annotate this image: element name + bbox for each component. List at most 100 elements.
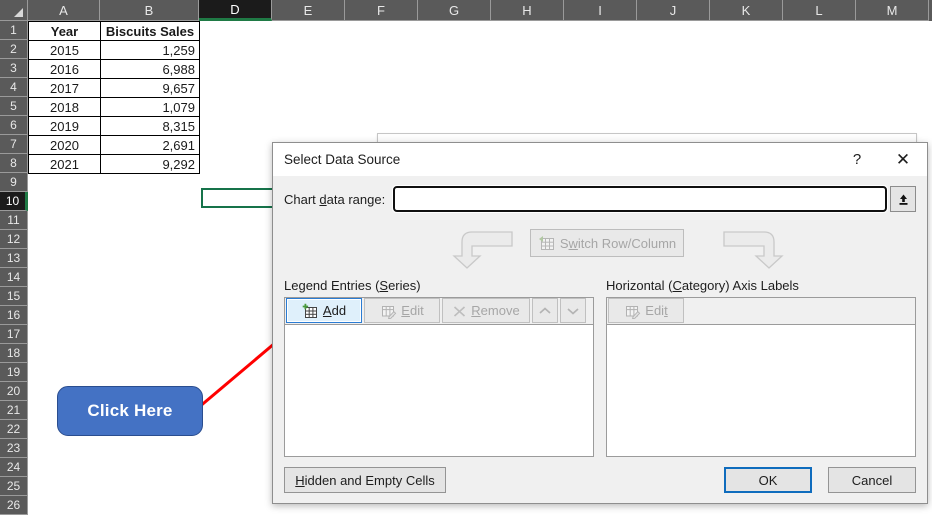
table-cell[interactable]: 8,315 bbox=[100, 116, 200, 136]
table-row: 2019 8,315 bbox=[28, 116, 200, 136]
row-header-20[interactable]: 20 bbox=[0, 382, 28, 401]
row-header-3[interactable]: 3 bbox=[0, 59, 28, 78]
click-here-callout: Click Here bbox=[57, 386, 203, 436]
dialog-footer: Hidden and Empty Cells OK Cancel bbox=[273, 457, 927, 503]
row-header-4[interactable]: 4 bbox=[0, 78, 28, 97]
select-all-triangle-icon bbox=[14, 8, 23, 17]
legend-entries-pane: Legend Entries (Series) Add Edit Remove bbox=[284, 278, 594, 457]
table-cell[interactable]: 2017 bbox=[28, 78, 101, 98]
column-header-a[interactable]: A bbox=[28, 0, 100, 21]
row-header-22[interactable]: 22 bbox=[0, 420, 28, 439]
row-header-24[interactable]: 24 bbox=[0, 458, 28, 477]
row-header-1[interactable]: 1 bbox=[0, 21, 28, 40]
row-header-2[interactable]: 2 bbox=[0, 40, 28, 59]
row-header-23[interactable]: 23 bbox=[0, 439, 28, 458]
row-header-6[interactable]: 6 bbox=[0, 116, 28, 135]
axis-labels-pane: Horizontal (Category) Axis Labels Edit bbox=[606, 278, 916, 457]
table-cell[interactable]: 2,691 bbox=[100, 135, 200, 155]
switch-row-column-button[interactable]: Switch Row/Column bbox=[530, 229, 684, 257]
column-header-b[interactable]: B bbox=[100, 0, 199, 21]
row-header-7[interactable]: 7 bbox=[0, 135, 28, 154]
column-header-k[interactable]: K bbox=[710, 0, 783, 21]
table-cell[interactable]: 2021 bbox=[28, 154, 101, 174]
column-header-l[interactable]: L bbox=[783, 0, 856, 21]
help-icon[interactable]: ? bbox=[835, 144, 879, 175]
data-table: Year Biscuits Sales 2015 1,259 2016 6,988 2017… bbox=[28, 21, 200, 174]
table-row: 2020 2,691 bbox=[28, 135, 200, 155]
column-header-f[interactable]: F bbox=[345, 0, 418, 21]
row-header-18[interactable]: 18 bbox=[0, 344, 28, 363]
close-icon[interactable]: ✕ bbox=[879, 144, 927, 175]
column-header-d[interactable]: D bbox=[199, 0, 272, 21]
column-header-h[interactable]: H bbox=[491, 0, 564, 21]
select-all-corner[interactable] bbox=[0, 0, 28, 21]
row-header-12[interactable]: 12 bbox=[0, 230, 28, 249]
swap-arrow-left-icon bbox=[452, 231, 513, 269]
row-header-11[interactable]: 11 bbox=[0, 211, 28, 230]
table-cell[interactable]: 9,292 bbox=[100, 154, 200, 174]
axis-labels-listbox[interactable] bbox=[606, 324, 916, 457]
chart-data-range-label: Chart data range: bbox=[284, 191, 386, 207]
switch-grid-icon bbox=[538, 236, 554, 250]
row-header-13[interactable]: 13 bbox=[0, 249, 28, 268]
column-header-m[interactable]: M bbox=[856, 0, 929, 21]
add-grid-icon bbox=[302, 303, 317, 318]
row-header-19[interactable]: 19 bbox=[0, 363, 28, 382]
column-header-g[interactable]: G bbox=[418, 0, 491, 21]
legend-entries-title: Legend Entries (Series) bbox=[284, 278, 421, 293]
edit-axis-labels-button[interactable]: Edit bbox=[608, 298, 684, 323]
hidden-and-empty-cells-button[interactable]: Hidden and Empty Cells bbox=[284, 467, 446, 493]
edit-series-label: Edit bbox=[401, 303, 424, 318]
table-cell[interactable]: 2015 bbox=[28, 40, 101, 60]
table-row: 2015 1,259 bbox=[28, 40, 200, 60]
row-header-column: 1 2 3 4 5 6 7 8 9 10 11 12 13 14 15 16 17 18 19 20 21 22 23 24 2… bbox=[0, 21, 28, 515]
row-header-16[interactable]: 16 bbox=[0, 306, 28, 325]
row-header-17[interactable]: 17 bbox=[0, 325, 28, 344]
row-header-10[interactable]: 10 bbox=[0, 192, 28, 211]
row-header-9[interactable]: 9 bbox=[0, 173, 28, 192]
row-header-25[interactable]: 25 bbox=[0, 477, 28, 496]
collapse-dialog-button[interactable] bbox=[890, 186, 916, 212]
add-series-button[interactable]: Add bbox=[286, 298, 362, 323]
row-header-21[interactable]: 21 bbox=[0, 401, 28, 420]
hidden-and-empty-cells-label: Hidden and Empty Cells bbox=[295, 472, 435, 488]
chart-data-range-input[interactable] bbox=[392, 185, 888, 213]
axis-labels-title: Horizontal (Category) Axis Labels bbox=[606, 278, 799, 293]
dialog-body: Chart data range: Switch Row/Column Lege… bbox=[273, 185, 927, 457]
row-header-14[interactable]: 14 bbox=[0, 268, 28, 287]
switch-row-column-label: Switch Row/Column bbox=[559, 235, 677, 251]
row-header-15[interactable]: 15 bbox=[0, 287, 28, 306]
edit-series-button[interactable]: Edit bbox=[364, 298, 440, 323]
table-cell[interactable]: 6,988 bbox=[100, 59, 200, 79]
table-cell[interactable]: 2016 bbox=[28, 59, 101, 79]
table-header-cell[interactable]: Year bbox=[28, 21, 101, 41]
table-header-row: Year Biscuits Sales bbox=[28, 21, 200, 41]
table-cell[interactable]: 2020 bbox=[28, 135, 101, 155]
table-cell[interactable]: 9,657 bbox=[100, 78, 200, 98]
axis-labels-toolbar: Edit bbox=[606, 297, 916, 324]
row-header-5[interactable]: 5 bbox=[0, 97, 28, 116]
table-cell[interactable]: 1,079 bbox=[100, 97, 200, 117]
column-header-i[interactable]: I bbox=[564, 0, 637, 21]
ok-button[interactable]: OK bbox=[724, 467, 812, 493]
swap-arrow-right-icon bbox=[723, 231, 784, 269]
chevron-up-icon bbox=[539, 306, 551, 314]
column-header-j[interactable]: J bbox=[637, 0, 710, 21]
table-header-cell[interactable]: Biscuits Sales bbox=[100, 21, 200, 41]
row-header-26[interactable]: 26 bbox=[0, 496, 28, 515]
cancel-button[interactable]: Cancel bbox=[828, 467, 916, 493]
remove-series-button[interactable]: Remove bbox=[442, 298, 530, 323]
callout-label: Click Here bbox=[87, 401, 173, 420]
table-cell[interactable]: 1,259 bbox=[100, 40, 200, 60]
legend-entries-toolbar: Add Edit Remove bbox=[284, 297, 594, 324]
table-cell[interactable]: 2019 bbox=[28, 116, 101, 136]
edit-pencil-grid-icon bbox=[382, 305, 397, 319]
column-header-e[interactable]: E bbox=[272, 0, 345, 21]
move-series-down-button[interactable] bbox=[560, 298, 586, 323]
active-cell-selection[interactable] bbox=[201, 188, 283, 208]
table-cell[interactable]: 2018 bbox=[28, 97, 101, 117]
legend-entries-listbox[interactable] bbox=[284, 324, 594, 457]
row-header-8[interactable]: 8 bbox=[0, 154, 28, 173]
column-header-row: ABDEFGHIJKLM bbox=[0, 0, 932, 21]
move-series-up-button[interactable] bbox=[532, 298, 558, 323]
